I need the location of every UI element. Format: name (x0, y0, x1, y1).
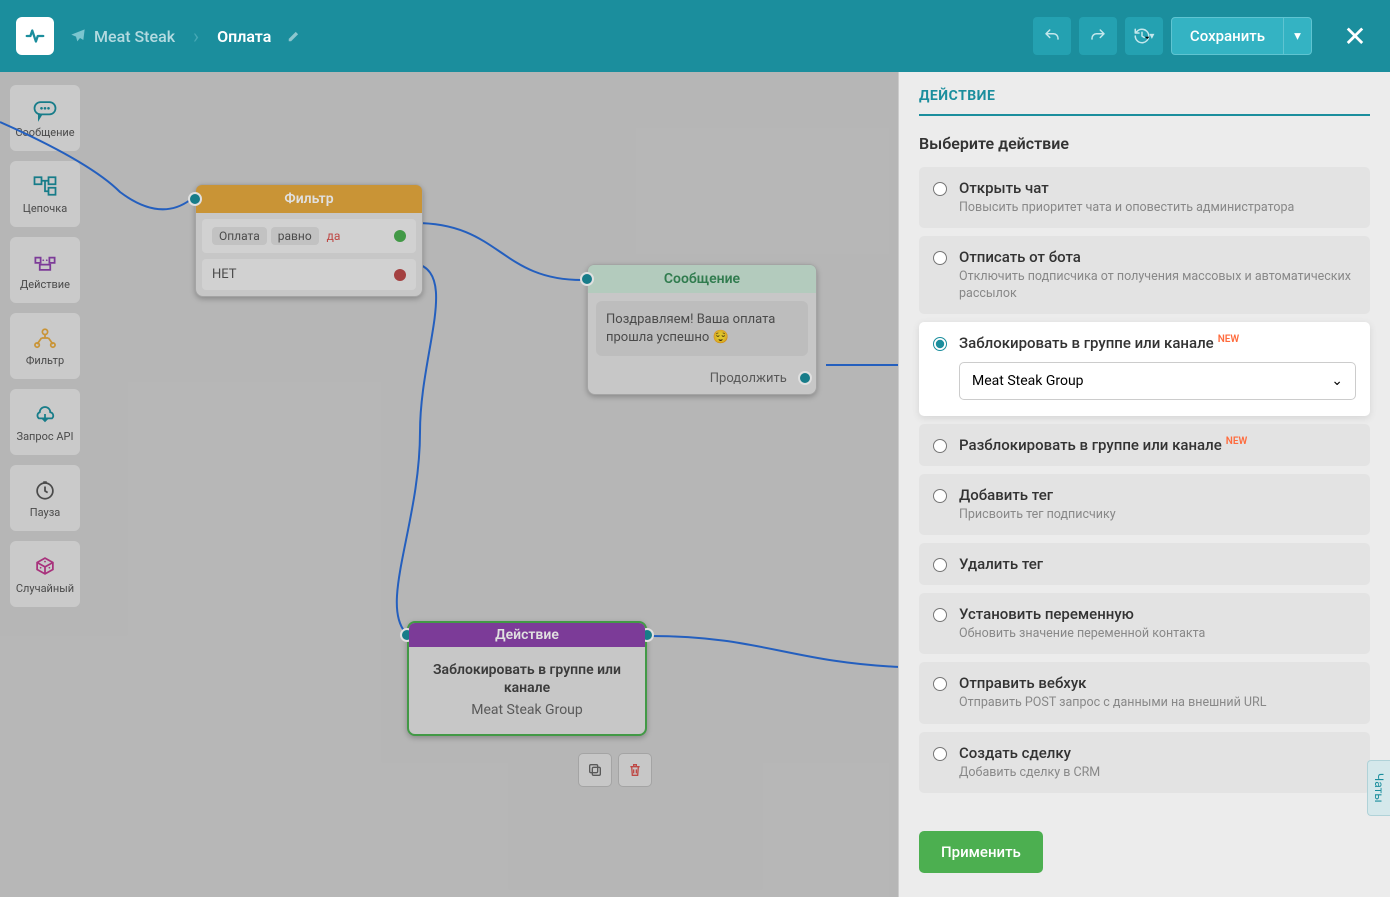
palette-label: Запрос API (17, 430, 74, 443)
port-in[interactable] (188, 192, 202, 206)
action-panel: ДЕЙСТВИЕ Выберите действие Открыть чат По… (898, 72, 1390, 897)
action-option[interactable]: Заблокировать в группе или каналеNEW Meat… (919, 322, 1370, 416)
option-radio[interactable] (933, 558, 947, 572)
action-option[interactable]: Разблокировать в группе или каналеNEW (919, 424, 1370, 466)
palette-label: Сообщение (15, 126, 74, 139)
port-out[interactable] (798, 371, 812, 385)
group-select[interactable]: Meat Steak Group⌄ (959, 362, 1356, 400)
header-actions: ▾ Сохранить ▾ ✕ (1033, 17, 1374, 55)
close-button[interactable]: ✕ (1336, 17, 1374, 55)
option-radio[interactable] (933, 251, 947, 265)
action-group: Meat Steak Group (419, 702, 635, 718)
palette-label: Случайный (16, 582, 74, 595)
filter-condition-row[interactable]: Оплата равно да (202, 219, 416, 253)
filter-no-label: НЕТ (212, 267, 237, 282)
action-option[interactable]: Отправить вебхук Отправить POST запрос с … (919, 662, 1370, 723)
palette-label: Цепочка (23, 202, 67, 215)
option-label: Создать сделку (959, 744, 1356, 762)
option-label: Установить переменную (959, 605, 1356, 623)
app-logo[interactable] (16, 17, 54, 55)
palette-label: Действие (20, 278, 70, 291)
breadcrumb: Meat Steak › Оплата (70, 24, 301, 48)
telegram-icon (70, 28, 86, 44)
palette-chain[interactable]: Цепочка (10, 161, 80, 227)
new-badge: NEW (1218, 334, 1240, 345)
action-option[interactable]: Установить переменную Обновить значение п… (919, 593, 1370, 654)
action-title: Заблокировать в группе или канале (419, 661, 635, 697)
node-header: Действие (409, 623, 645, 647)
edit-icon[interactable] (287, 29, 301, 43)
bot-name-link[interactable]: Meat Steak (70, 27, 175, 46)
palette-action[interactable]: Действие (10, 237, 80, 303)
action-option[interactable]: Создать сделку Добавить сделку в CRM (919, 732, 1370, 793)
palette-filter[interactable]: Фильтр (10, 313, 80, 379)
palette-api[interactable]: Запрос API (10, 389, 80, 455)
filter-field-tag: Оплата (212, 227, 267, 245)
node-header: Фильтр (196, 185, 422, 213)
option-radio[interactable] (933, 439, 947, 453)
option-description: Обновить значение переменной контакта (959, 626, 1356, 642)
delete-button[interactable] (618, 753, 652, 787)
option-description: Отправить POST запрос с данными на внешн… (959, 695, 1356, 711)
option-label: Разблокировать в группе или каналеNEW (959, 436, 1356, 454)
message-continue: Продолжить (588, 364, 816, 394)
apply-button[interactable]: Применить (919, 831, 1043, 873)
node-header: Сообщение (588, 265, 816, 293)
option-label: Открыть чат (959, 179, 1356, 197)
palette-message[interactable]: Сообщение (10, 85, 80, 151)
port-out-true[interactable] (394, 230, 406, 242)
save-dropdown-button[interactable]: ▾ (1284, 17, 1312, 55)
action-option[interactable]: Добавить тег Присвоить тег подписчику (919, 474, 1370, 535)
palette-pause[interactable]: Пауза (10, 465, 80, 531)
option-description: Присвоить тег подписчику (959, 507, 1356, 523)
option-description: Повысить приоритет чата и оповестить адм… (959, 200, 1356, 216)
undo-button[interactable] (1033, 17, 1071, 55)
action-option[interactable]: Удалить тег (919, 543, 1370, 585)
filter-op-tag: равно (271, 227, 319, 245)
chats-tab[interactable]: Чаты (1367, 760, 1390, 816)
save-button[interactable]: Сохранить (1171, 17, 1284, 55)
option-label: Отписать от бота (959, 248, 1356, 266)
option-label: Добавить тег (959, 486, 1356, 504)
app-header: Meat Steak › Оплата ▾ Сохранить ▾ ✕ (0, 0, 1390, 72)
option-radio[interactable] (933, 677, 947, 691)
copy-button[interactable] (578, 753, 612, 787)
node-palette: Сообщение Цепочка Действие Фильтр Запрос… (10, 85, 80, 607)
option-label: Удалить тег (959, 555, 1356, 573)
panel-subheading: Выберите действие (919, 134, 1370, 153)
panel-heading: ДЕЙСТВИЕ (919, 88, 1370, 116)
filter-else-row[interactable]: НЕТ (202, 259, 416, 290)
redo-button[interactable] (1079, 17, 1117, 55)
palette-label: Пауза (30, 506, 61, 519)
action-option[interactable]: Отписать от бота Отключить подписчика от … (919, 236, 1370, 314)
port-in[interactable] (580, 272, 594, 286)
action-option[interactable]: Открыть чат Повысить приоритет чата и опо… (919, 167, 1370, 228)
option-description: Добавить сделку в CRM (959, 765, 1356, 781)
option-radio[interactable] (933, 747, 947, 761)
message-body: Поздравляем! Ваша оплата прошла успешно … (596, 301, 808, 356)
chevron-down-icon: ⌄ (1331, 373, 1343, 389)
option-radio[interactable] (933, 489, 947, 503)
filter-value: да (327, 229, 341, 243)
option-radio[interactable] (933, 337, 947, 351)
port-out-false[interactable] (394, 269, 406, 281)
option-label: Отправить вебхук (959, 674, 1356, 692)
palette-label: Фильтр (26, 354, 64, 367)
breadcrumb-separator: › (193, 24, 199, 48)
node-message[interactable]: Сообщение Поздравляем! Ваша оплата прошл… (587, 264, 817, 395)
option-label: Заблокировать в группе или каналеNEW (959, 334, 1356, 352)
node-action[interactable]: Действие Заблокировать в группе или кана… (407, 621, 647, 736)
option-radio[interactable] (933, 182, 947, 196)
option-radio[interactable] (933, 608, 947, 622)
new-badge: NEW (1226, 436, 1248, 447)
node-toolbar (578, 753, 652, 787)
option-description: Отключить подписчика от получения массов… (959, 269, 1356, 302)
node-filter[interactable]: Фильтр Оплата равно да НЕТ (195, 184, 423, 297)
history-button[interactable]: ▾ (1125, 17, 1163, 55)
palette-random[interactable]: Случайный (10, 541, 80, 607)
flow-name: Оплата (217, 27, 271, 46)
